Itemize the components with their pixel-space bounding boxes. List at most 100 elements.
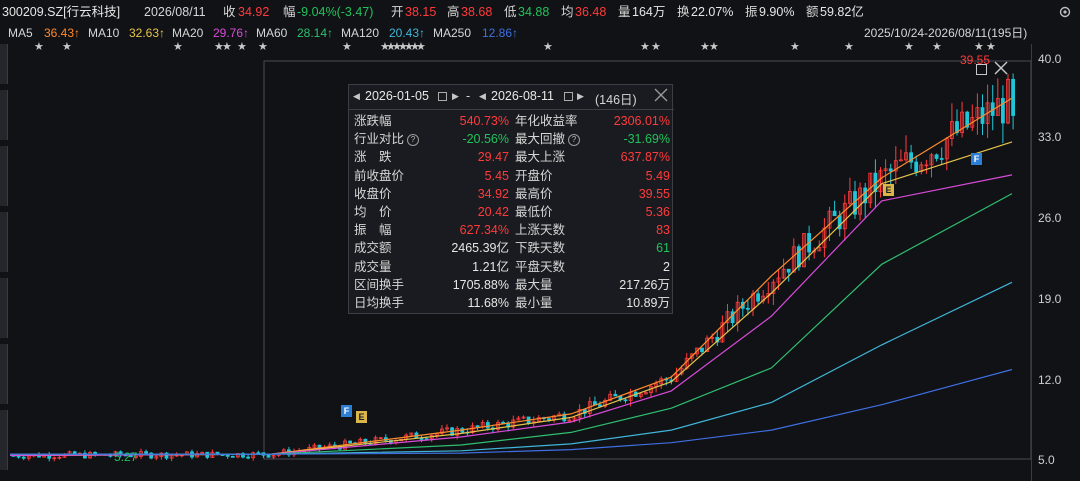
stat-label: 最小量 (515, 296, 553, 310)
stat-label: 成交额 (354, 241, 392, 256)
price-axis: 40.0 33.0 26.0 19.0 12.0 5.0 (1031, 44, 1080, 481)
candle-body (547, 418, 551, 420)
price-min-label: 5.27 (114, 450, 138, 464)
stats-row: 涨跌幅 540.73% 年化收益率 2306.01% (349, 112, 674, 130)
candle-body (475, 425, 480, 428)
stat-value: 637.87% (620, 150, 670, 165)
stat-value: 5.49 (645, 168, 670, 183)
ma250-line (10, 368, 1013, 455)
stat-value: 10.89万 (626, 296, 670, 310)
stat-label: 成交量 (354, 259, 392, 274)
stat-label: 前收盘价 (354, 168, 405, 183)
candle-body (756, 293, 760, 302)
marker-f-1[interactable]: F (341, 405, 352, 417)
stat-value: -20.56% (462, 132, 509, 147)
stat-value: 2306.01% (613, 114, 670, 128)
stat-label: 最高价 (515, 186, 553, 201)
stat-value: 1.21亿 (472, 259, 509, 274)
stat-value: 5.36 (645, 205, 670, 219)
close-icon[interactable] (654, 88, 668, 102)
date-separator: - (466, 89, 471, 103)
stat-value: 5.45 (484, 168, 509, 183)
stat-label: 最低价 (515, 205, 553, 219)
stats-row: 收盘价 34.92 最高价 39.55 (349, 185, 674, 203)
stats-row: 振 幅 627.34% 上涨天数 83 (349, 221, 674, 239)
candle-body (939, 158, 944, 160)
next-end-arrow[interactable]: ▶ (577, 91, 584, 102)
stat-label: 上涨天数 (515, 223, 566, 238)
stats-row: 前收盘价 5.45 开盘价 5.49 (349, 167, 674, 185)
stat-label: 振 幅 (354, 223, 392, 238)
stat-value: 39.55 (638, 186, 670, 201)
candle-body (832, 210, 837, 217)
candle-body (144, 451, 149, 454)
stat-value: 540.73% (459, 114, 509, 128)
stats-row: 区间换手 1705.88% 最大量 217.26万 (349, 276, 674, 294)
stat-value: 11.68% (467, 296, 509, 310)
candle-body (266, 454, 271, 458)
stat-value: 627.34% (459, 223, 509, 238)
stat-label: 最大上涨 (515, 150, 566, 165)
candle-body (746, 307, 750, 310)
candle-body (246, 456, 251, 459)
start-date-field[interactable]: 2026-01-05 (365, 89, 429, 103)
stat-value: 29.47 (477, 150, 509, 165)
stats-row: 行业对比? -20.56% 最大回撤? -31.69% (349, 130, 674, 148)
stats-row: 日均换手 11.68% 最小量 10.89万 (349, 294, 674, 312)
candle-body (1001, 98, 1005, 124)
stat-label: 涨 跌 (354, 150, 392, 165)
stat-label: 下跌天数 (515, 241, 566, 256)
restore-icon[interactable] (976, 64, 987, 75)
stat-label: 涨跌幅 (354, 114, 392, 128)
end-date-field[interactable]: 2026-08-11 (491, 89, 554, 103)
prev-end-arrow[interactable]: ◀ (479, 91, 486, 102)
candle-body (1011, 78, 1015, 116)
stat-value: 61 (656, 241, 670, 256)
stat-value: 2 (663, 259, 670, 274)
stat-value: 20.42 (477, 205, 509, 219)
stat-value: -31.69% (623, 132, 670, 147)
axis-tick: 33.0 (1038, 130, 1062, 144)
candle-body (914, 161, 919, 173)
stats-row: 成交量 1.21亿 平盘天数 2 (349, 258, 674, 276)
candle-body (256, 452, 261, 455)
candle-body (934, 154, 939, 159)
stat-label: 最大量 (515, 277, 553, 292)
popup-header: ◀ 2026-01-05 ▶ - ◀ 2026-08-11 ▶ (146日) (349, 85, 674, 110)
candle-body (348, 440, 353, 444)
stat-label: 收盘价 (354, 186, 392, 201)
calendar-icon[interactable] (438, 92, 447, 101)
marker-f-2[interactable]: F (971, 153, 982, 165)
candle-body (786, 268, 791, 273)
stat-label: 年化收益率 (515, 114, 578, 128)
axis-tick: 19.0 (1038, 292, 1062, 306)
candle-body (230, 455, 235, 458)
calendar-icon[interactable] (564, 92, 573, 101)
prev-start-arrow[interactable]: ◀ (353, 91, 360, 102)
candle-body (613, 393, 618, 397)
stat-label: 日均换手 (354, 296, 405, 310)
next-start-arrow[interactable]: ▶ (452, 91, 459, 102)
stats-row: 均 价 20.42 最低价 5.36 (349, 203, 674, 221)
stat-value: 83 (656, 223, 670, 238)
stat-label: 区间换手 (354, 277, 405, 292)
stat-value: 2465.39亿 (451, 241, 509, 256)
marker-e-2[interactable]: E (883, 184, 894, 196)
candle-body (419, 437, 424, 440)
axis-tick: 26.0 (1038, 211, 1062, 225)
stat-label: 均 价 (354, 205, 392, 219)
days-count: (146日) (595, 93, 637, 107)
candle-body (888, 168, 893, 172)
candle-body (598, 404, 602, 407)
stat-label: 平盘天数 (515, 259, 566, 274)
settings-icon[interactable] (1058, 5, 1072, 19)
stats-row: 成交额 2465.39亿 下跌天数 61 (349, 239, 674, 257)
candle-body (485, 422, 490, 429)
candle-body (21, 456, 26, 459)
close-icon[interactable] (993, 60, 1009, 76)
candle-body (623, 399, 628, 402)
candle-body (700, 347, 704, 353)
axis-tick: 5.0 (1038, 453, 1055, 467)
axis-tick: 40.0 (1038, 52, 1062, 66)
marker-e-1[interactable]: E (356, 411, 367, 423)
